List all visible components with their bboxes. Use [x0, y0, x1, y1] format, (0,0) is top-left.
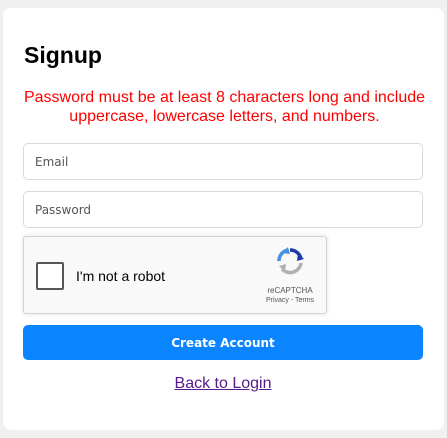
recaptcha-widget: I'm not a robot reCAPTCHA Privacy - Term… — [23, 236, 327, 314]
recaptcha-privacy-link[interactable]: Privacy — [266, 297, 289, 304]
recaptcha-brand: reCAPTCHA — [267, 286, 313, 295]
back-to-login-link[interactable]: Back to Login — [23, 375, 423, 393]
recaptcha-links: Privacy - Terms — [256, 297, 324, 304]
signup-card: Signup Password must be at least 8 chara… — [3, 8, 444, 430]
password-field[interactable] — [23, 191, 423, 228]
create-account-button[interactable]: Create Account — [23, 325, 423, 360]
email-field[interactable] — [23, 143, 423, 180]
page-title: Signup — [24, 42, 102, 68]
recaptcha-terms-link[interactable]: Terms — [295, 297, 314, 304]
password-requirements-notice: Password must be at least 8 characters l… — [23, 89, 426, 125]
recaptcha-checkbox[interactable] — [36, 262, 64, 290]
recaptcha-logo-icon — [277, 247, 304, 275]
recaptcha-label: I'm not a robot — [76, 268, 166, 284]
